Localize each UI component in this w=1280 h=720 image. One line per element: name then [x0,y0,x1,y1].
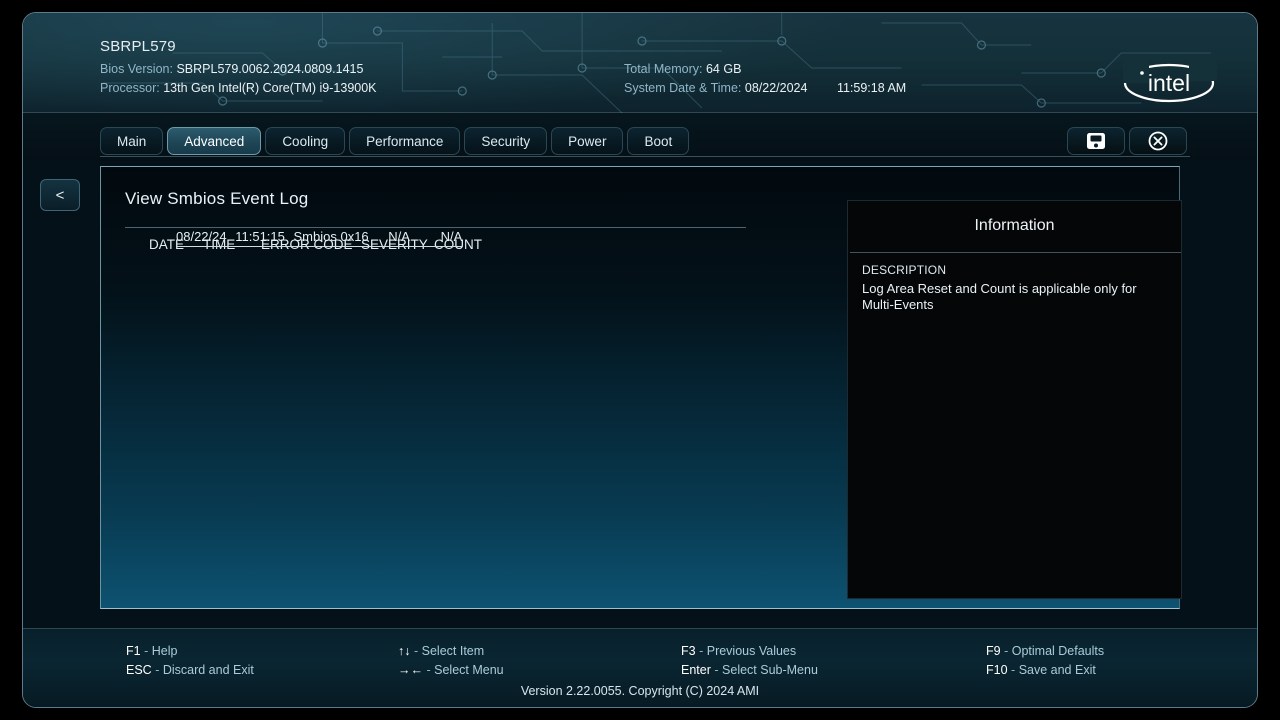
hotkey-separator: - [144,644,149,658]
hotkey-description: Help [151,644,178,658]
hotkey-description: Select Menu [434,663,504,677]
hotkey-key: ESC [126,663,152,677]
chevron-left-icon: < [55,186,65,204]
description-text: Log Area Reset and Count is applicable o… [862,281,1137,312]
processor-value: 13th Gen Intel(R) Core(TM) i9-13900K [163,81,377,95]
hotkey-f10-save-and-exit: F10 - Save and Exit [986,663,1096,677]
cell-date: 08/22/24 [176,229,227,244]
hotkey-description: Optimal Defaults [1011,644,1105,658]
tab-power[interactable]: Power [551,127,624,155]
cell-error-code: Smbios 0x16 [293,229,369,244]
hotkey-f1-help: F1 - Help [126,644,177,658]
bios-version-label: Bios Version: [100,62,173,76]
table-row[interactable]: 08/22/24 11:51:15 Smbios 0x16 N/A N/A [176,229,463,247]
footer-hotkey-bar: F1 - Help ESC - Discard and Exit ↑↓ - Se… [23,628,1257,707]
hotkey-key: F3 [681,644,696,658]
hotkey-separator: - [426,663,431,677]
tab-list: Main Advanced Cooling Performance Securi… [100,127,690,155]
tab-bar-underline [100,156,1190,157]
cell-time: 11:51:15 [235,229,285,244]
hotkey-arrows-select-item: ↑↓ - Select Item [398,644,484,658]
page-title: View Smbios Event Log [125,189,309,208]
header-bar: SBRPL579 Bios Version: SBRPL579.0062.202… [23,13,1257,113]
bios-setup-screen: SBRPL579 Bios Version: SBRPL579.0062.202… [0,0,1280,720]
hotkey-key: F1 [126,644,141,658]
system-time-value: 11:59:18 AM [836,81,907,95]
system-date-value: 08/22/2024 [744,81,808,95]
tab-main[interactable]: Main [100,127,164,155]
cell-severity: N/A [388,229,410,244]
total-memory-row: Total Memory: 64 GB [624,62,741,76]
bios-window-frame: SBRPL579 Bios Version: SBRPL579.0062.202… [22,12,1258,708]
tab-performance[interactable]: Performance [349,127,461,155]
system-datetime-row: System Date & Time: 08/22/2024 11:59:18 … [624,81,906,95]
bios-version-value: SBRPL579.0062.2024.0809.1415 [176,62,364,76]
tab-cooling[interactable]: Cooling [265,127,346,155]
processor-row: Processor: 13th Gen Intel(R) Core(TM) i9… [100,81,377,95]
main-content-panel: View Smbios Event Log DATE TIME ERROR CO… [100,166,1182,609]
page-title-divider [125,227,746,228]
close-circle-x-icon [1148,131,1168,151]
hotkey-description: Select Item [421,644,485,658]
window-button-group [1067,127,1187,155]
bios-version-row: Bios Version: SBRPL579.0062.2024.0809.14… [100,62,363,76]
hotkey-description: Save and Exit [1018,663,1096,677]
system-name: SBRPL579 [100,38,176,55]
hotkey-esc-discard-and-exit: ESC - Discard and Exit [126,663,254,677]
system-datetime-label: System Date & Time: [624,81,742,95]
hotkey-key: ↑↓ [398,644,411,658]
hotkey-arrows-select-menu: →← - Select Menu [398,663,504,677]
cell-count: N/A [440,229,463,244]
hotkey-separator: - [155,663,160,677]
information-panel: Information DESCRIPTION Log Area Reset a… [847,200,1182,599]
hotkey-separator: - [1011,663,1016,677]
hotkey-key: Enter [681,663,711,677]
tab-boot[interactable]: Boot [627,127,690,155]
main-tab-bar: Main Advanced Cooling Performance Securi… [23,113,1257,161]
processor-label: Processor: [100,81,160,95]
hotkey-separator: - [1004,644,1009,658]
svg-text:intel: intel [1148,70,1190,96]
information-panel-divider [850,252,1181,253]
tab-advanced[interactable]: Advanced [167,127,262,155]
hotkey-description: Discard and Exit [162,663,254,677]
hotkey-key: F9 [986,644,1001,658]
total-memory-label: Total Memory: [624,62,703,76]
back-button[interactable]: < [40,179,80,211]
hotkey-description: Select Sub-Menu [722,663,818,677]
save-floppy-icon [1087,133,1105,149]
hotkey-key: →← [398,663,423,677]
description-label: DESCRIPTION [862,263,947,277]
close-button[interactable] [1129,127,1187,155]
hotkey-f3-previous-values: F3 - Previous Values [681,644,796,658]
save-button[interactable] [1067,127,1125,155]
total-memory-value: 64 GB [705,62,742,76]
hotkey-description: Previous Values [706,644,797,658]
hotkey-separator: - [714,663,719,677]
hotkey-key: F10 [986,663,1008,677]
information-panel-title: Information [974,217,1055,234]
intel-logo: intel [1123,61,1217,103]
hotkey-f9-optimal-defaults: F9 - Optimal Defaults [986,644,1104,658]
version-copyright-line: Version 2.22.0055. Copyright (C) 2024 AM… [520,684,760,698]
hotkey-enter-select-sub-menu: Enter - Select Sub-Menu [681,663,818,677]
tab-security[interactable]: Security [464,127,548,155]
hotkey-separator: - [699,644,704,658]
hotkey-separator: - [413,644,419,658]
